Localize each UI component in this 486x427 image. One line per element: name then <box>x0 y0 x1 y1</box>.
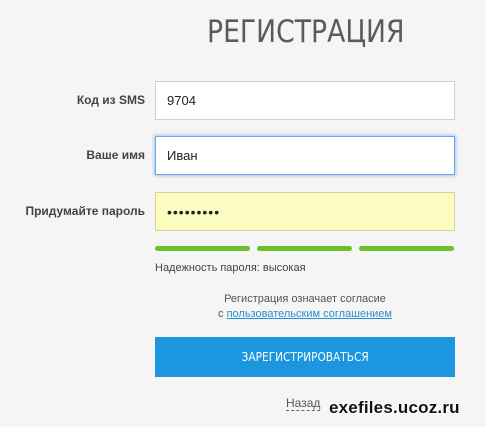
strength-level: высокая <box>262 262 306 274</box>
sms-code-row: Код из SMS <box>0 81 486 121</box>
password-strength-text: Надежность пароля: высокая <box>155 262 306 274</box>
register-button[interactable]: ЗАРЕГИСТРИРОВАТЬСЯ <box>155 337 455 377</box>
password-label: Придумайте пароль <box>25 204 145 218</box>
sms-code-label: Код из SMS <box>76 93 145 107</box>
password-strength-meter <box>155 246 455 252</box>
user-agreement-link[interactable]: пользовательским соглашением <box>227 308 392 320</box>
back-link[interactable]: Назад <box>286 397 321 411</box>
agreement-prefix: Регистрация означает согласие <box>224 293 386 305</box>
strength-segment <box>257 246 352 251</box>
agreement-link-prefix: с <box>218 308 224 320</box>
name-input[interactable] <box>155 136 455 175</box>
sms-code-input[interactable] <box>155 81 455 120</box>
name-field-wrapper <box>155 136 455 175</box>
password-input[interactable] <box>155 192 455 231</box>
registration-page: РЕГИСТРАЦИЯ Код из SMS Ваше имя Придумай… <box>0 0 486 427</box>
password-row: Придумайте пароль <box>0 192 486 232</box>
agreement-link-line: с пользовательским соглашением <box>155 307 455 322</box>
strength-segment <box>359 246 454 251</box>
name-label: Ваше имя <box>86 148 145 162</box>
strength-label: Надежность пароля: <box>155 262 260 274</box>
name-row: Ваше имя <box>0 136 486 176</box>
register-button-label: ЗАРЕГИСТРИРОВАТЬСЯ <box>241 350 369 364</box>
agreement-text: Регистрация означает согласие с пользова… <box>155 292 455 322</box>
page-title: РЕГИСТРАЦИЯ <box>207 14 405 50</box>
watermark-text: exefiles.ucoz.ru <box>329 398 460 417</box>
strength-segment <box>155 246 250 251</box>
